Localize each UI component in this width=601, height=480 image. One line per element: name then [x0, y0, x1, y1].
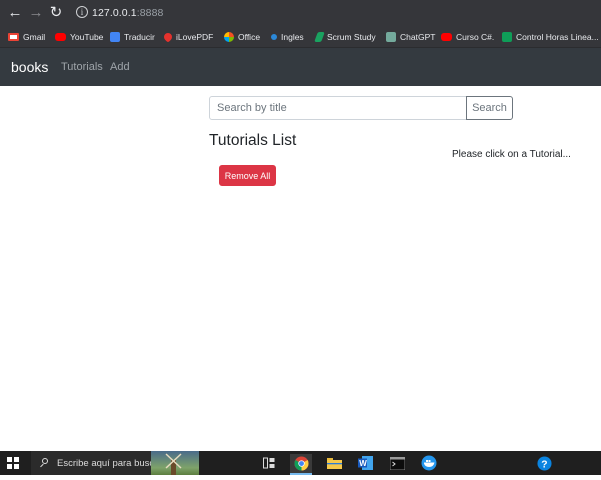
- bookmark-label: Scrum Study: [327, 32, 376, 42]
- bookmark-curso-csharp[interactable]: Curso C#.: [441, 30, 494, 44]
- translate-icon: [110, 32, 120, 42]
- youtube-icon: [441, 33, 452, 41]
- url-host: 127.0.0.1: [92, 7, 137, 19]
- chatgpt-icon: [386, 32, 396, 42]
- word-icon[interactable]: W: [356, 454, 374, 472]
- bookmark-gmail[interactable]: Gmail: [8, 30, 45, 44]
- app-navbar: books Tutorials Add: [0, 48, 601, 86]
- bookmark-label: iLovePDF: [176, 32, 214, 42]
- bookmark-youtube[interactable]: YouTube: [55, 30, 103, 44]
- docker-icon[interactable]: [420, 454, 438, 472]
- browser-toolbar: ← → ↻ i 127.0.0.1:8888: [0, 0, 601, 27]
- office-icon: [224, 32, 234, 42]
- task-view-icon[interactable]: [260, 454, 278, 472]
- taskbar-search-placeholder: Escribe aquí para buscar.: [57, 457, 165, 469]
- back-arrow-icon[interactable]: ←: [7, 5, 23, 21]
- bookmark-ilovepdf[interactable]: iLovePDF: [162, 30, 214, 44]
- youtube-icon: [55, 33, 66, 41]
- url-port: :8888: [136, 7, 164, 19]
- reload-icon[interactable]: ↻: [48, 5, 64, 21]
- tutorials-list-title: Tutorials List: [209, 132, 297, 149]
- nav-link-add[interactable]: Add: [110, 61, 130, 73]
- svg-text:?: ?: [541, 459, 547, 470]
- forward-arrow-icon[interactable]: →: [28, 5, 44, 21]
- bookmark-label: ChatGPT: [400, 32, 436, 42]
- bookmark-label: Traducir: [124, 32, 155, 42]
- bookmark-chatgpt[interactable]: ChatGPT: [386, 30, 435, 44]
- scrumstudy-icon: [314, 32, 325, 42]
- bookmark-control-horas[interactable]: Control Horas Linea...: [502, 30, 599, 44]
- bookmark-ingles[interactable]: Ingles: [271, 30, 304, 44]
- sheets-icon: [502, 32, 512, 42]
- bookmark-label: Curso C#.: [456, 32, 495, 42]
- bookmark-label: Control Horas Linea...: [516, 32, 599, 42]
- ilovepdf-icon: [162, 31, 174, 43]
- bookmark-scrum-study[interactable]: Scrum Study: [314, 30, 376, 44]
- search-input[interactable]: [209, 96, 467, 120]
- bookmark-label: Ingles: [281, 32, 304, 42]
- search-icon: [39, 458, 49, 468]
- windmill-icon: [151, 451, 199, 475]
- gmail-icon: [8, 33, 19, 41]
- remove-all-button[interactable]: Remove All: [219, 165, 276, 186]
- help-icon[interactable]: ?: [535, 454, 553, 472]
- navbar-brand[interactable]: books: [11, 59, 48, 75]
- svg-text:W: W: [359, 459, 367, 468]
- bookmark-label: Gmail: [23, 32, 46, 42]
- select-tutorial-hint: Please click on a Tutorial...: [452, 149, 571, 160]
- file-explorer-icon[interactable]: [325, 454, 343, 472]
- search-button[interactable]: Search: [466, 96, 513, 120]
- ingles-icon: [271, 34, 277, 40]
- taskbar-search-box[interactable]: Escribe aquí para buscar.: [31, 451, 199, 475]
- site-info-icon[interactable]: i: [76, 6, 88, 18]
- terminal-icon[interactable]: [388, 454, 406, 472]
- address-bar[interactable]: 127.0.0.1:8888: [92, 5, 163, 21]
- bookmark-label: YouTube: [70, 32, 104, 42]
- bookmark-traducir[interactable]: Traducir: [110, 30, 155, 44]
- nav-link-tutorials[interactable]: Tutorials: [61, 61, 103, 73]
- windows-taskbar: Escribe aquí para buscar. W ?: [0, 451, 601, 475]
- windows-start-icon[interactable]: [7, 457, 19, 469]
- bookmark-label: Office: [238, 32, 261, 42]
- chrome-icon[interactable]: [290, 454, 312, 475]
- bookmark-office[interactable]: Office: [224, 30, 260, 44]
- bookmarks-bar: Gmail YouTube Traducir iLovePDF Office I…: [0, 27, 601, 48]
